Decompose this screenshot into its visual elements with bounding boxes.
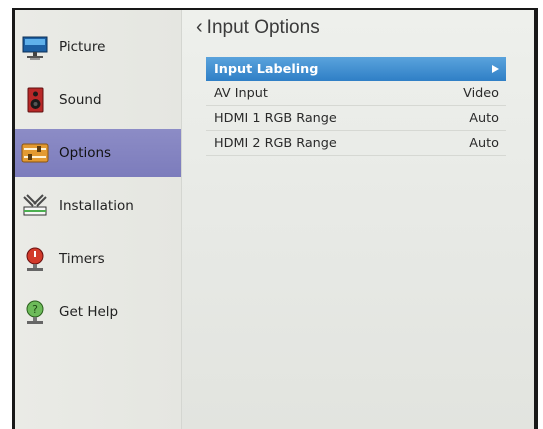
tv-screen: Picture Sound Options Installation Timer…: [15, 10, 534, 429]
options-menu: Input Labeling AV Input Video HDMI 1 RGB…: [206, 57, 506, 156]
svg-text:?: ?: [32, 303, 38, 316]
menu-item-label: Input Labeling: [214, 61, 319, 77]
monitor-icon: [22, 36, 48, 60]
sidebar-item-timers[interactable]: Timers: [15, 235, 181, 283]
chevron-left-icon: ‹: [196, 16, 203, 38]
menu-item-label: AV Input: [214, 85, 268, 101]
sidebar-item-options[interactable]: Options: [15, 129, 181, 177]
sidebar-item-label: Timers: [59, 251, 105, 267]
menu-item-label: HDMI 2 RGB Range: [214, 135, 337, 151]
help-icon: ?: [26, 300, 44, 324]
page-title: Input Options: [206, 16, 320, 38]
speaker-icon: [27, 87, 44, 113]
sidebar-item-label: Options: [59, 145, 112, 161]
main-panel: ‹ Input Options Input Labeling AV Input …: [190, 10, 534, 429]
timer-icon: [26, 247, 44, 271]
sidebar-item-label: Sound: [59, 92, 102, 108]
sidebar-item-label: Installation: [59, 198, 134, 214]
menu-item-av-input[interactable]: AV Input Video: [206, 81, 506, 106]
sliders-icon: [21, 143, 49, 163]
sidebar-item-picture[interactable]: Picture: [15, 23, 181, 71]
menu-item-hdmi1-rgb-range[interactable]: HDMI 1 RGB Range Auto: [206, 106, 506, 131]
menu-item-hdmi2-rgb-range[interactable]: HDMI 2 RGB Range Auto: [206, 131, 506, 156]
menu-item-value: Auto: [469, 110, 499, 126]
sidebar-item-installation[interactable]: Installation: [15, 182, 181, 230]
menu-item-input-labeling[interactable]: Input Labeling: [206, 57, 506, 81]
sidebar-item-get-help[interactable]: ? Get Help: [15, 288, 181, 336]
tools-icon: [23, 194, 47, 216]
sidebar-item-label: Picture: [59, 39, 106, 55]
menu-item-value: Auto: [469, 135, 499, 151]
menu-item-label: HDMI 1 RGB Range: [214, 110, 337, 126]
back-button[interactable]: ‹ Input Options: [196, 16, 320, 39]
menu-item-value: Video: [463, 85, 499, 101]
sidebar-item-sound[interactable]: Sound: [15, 76, 181, 124]
sidebar-item-label: Get Help: [59, 304, 119, 320]
arrow-right-icon: [492, 65, 499, 73]
sidebar: Picture Sound Options Installation Timer…: [15, 10, 182, 429]
